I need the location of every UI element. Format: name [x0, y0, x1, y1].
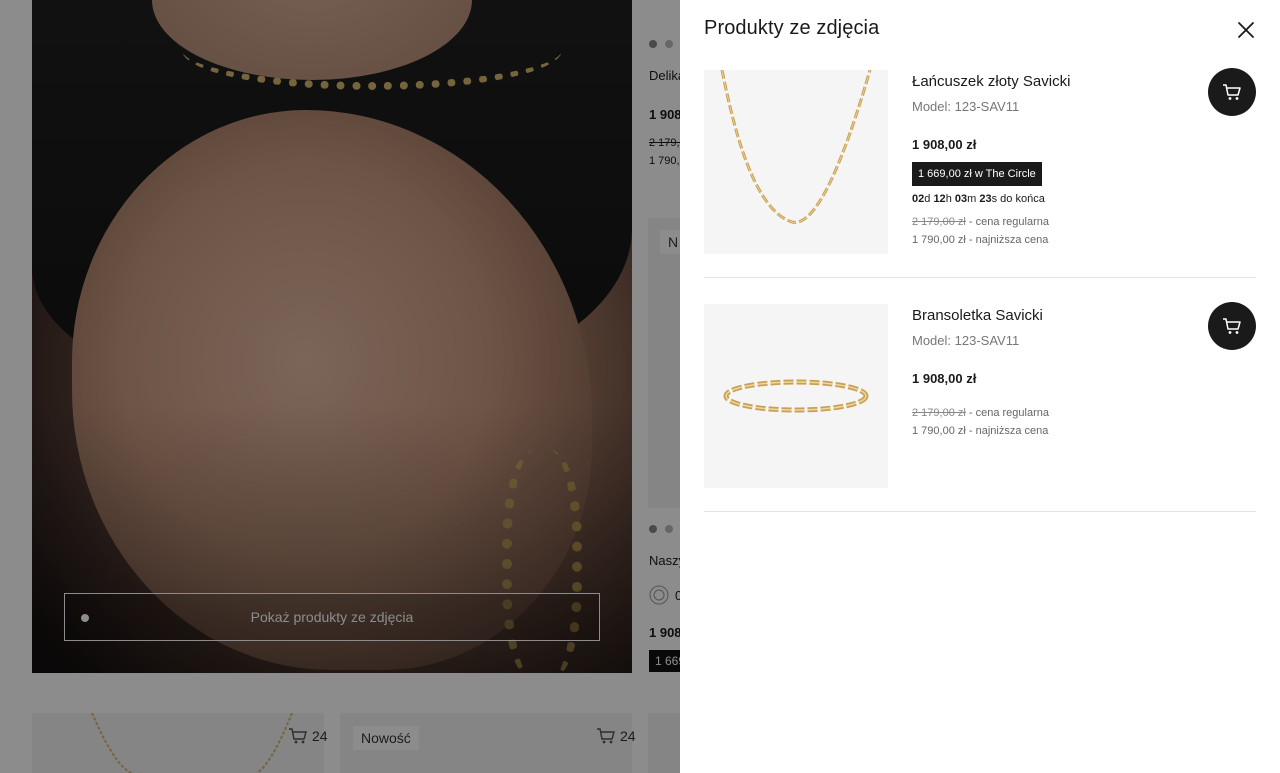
cart-icon [1223, 318, 1241, 334]
close-button[interactable] [1236, 20, 1256, 40]
product-info: Bransoletka Savicki Model: 123-SAV11 1 9… [912, 304, 1192, 440]
cart-icon [1223, 84, 1241, 100]
product-model: Model: 123-SAV11 [912, 333, 1020, 348]
lowest-price: 1 790,00 zł - najniższa cena [912, 425, 1049, 437]
product-image-bracelet[interactable] [704, 304, 888, 488]
necklace-image [720, 70, 872, 224]
promo-price-badge: 1 669,00 zł w The Circle [912, 162, 1042, 186]
product-name[interactable]: Łańcuszek złoty Savicki [912, 72, 1192, 92]
divider [704, 277, 1256, 278]
product-info: Łańcuszek złoty Savicki Model: 123-SAV11… [912, 70, 1192, 249]
add-to-cart-button[interactable] [1208, 68, 1256, 116]
product-model: Model: 123-SAV11 [912, 99, 1020, 114]
add-to-cart-button[interactable] [1208, 302, 1256, 350]
product-item: Bransoletka Savicki Model: 123-SAV11 1 9… [704, 302, 1256, 488]
product-image-necklace[interactable] [704, 70, 888, 254]
product-item: Łańcuszek złoty Savicki Model: 123-SAV11… [704, 68, 1256, 254]
promo-timer: 02d 12h 03m 23s do końca [912, 193, 1045, 205]
products-drawer: Produkty ze zdjęcia Łańcuszek złoty Savi… [680, 0, 1280, 773]
divider [704, 511, 1256, 512]
regular-price: 2 179,00 zł - cena regularna [912, 216, 1049, 228]
drawer-title: Produkty ze zdjęcia [704, 17, 880, 39]
regular-price: 2 179,00 zł - cena regularna [912, 407, 1049, 419]
product-name[interactable]: Bransoletka Savicki [912, 306, 1192, 326]
bracelet-image [723, 379, 869, 413]
product-price: 1 908,00 zł [912, 371, 977, 386]
close-icon [1238, 22, 1254, 38]
product-price: 1 908,00 zł [912, 137, 977, 152]
lowest-price: 1 790,00 zł - najniższa cena [912, 234, 1049, 246]
